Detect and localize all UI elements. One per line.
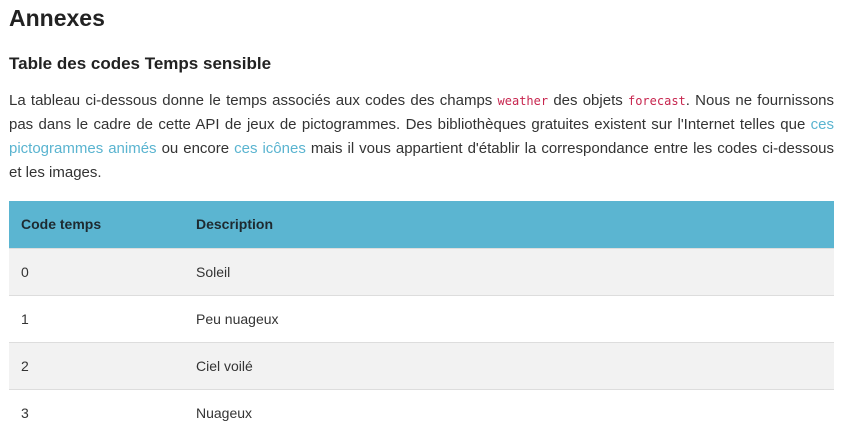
cell-code: 2 (21, 357, 29, 374)
cell-description: Nuageux (196, 404, 253, 421)
intro-text-1: La tableau ci-dessous donne le temps ass… (9, 92, 498, 109)
header-description: Description (196, 216, 274, 233)
section-title: Table des codes Temps sensible (9, 54, 272, 73)
cell-code: 0 (21, 263, 29, 280)
table-row: 2 Ciel voilé (9, 342, 834, 389)
table-row: 1 Peu nuageux (9, 295, 834, 342)
intro-text-4: ou encore (156, 140, 235, 157)
cell-code: 1 (21, 310, 29, 327)
cell-description: Soleil (196, 263, 231, 280)
page-title: Annexes (9, 5, 105, 31)
table-row: 0 Soleil (9, 248, 834, 295)
header-code: Code temps (21, 216, 102, 233)
cell-description: Peu nuageux (196, 310, 279, 327)
weather-codes-table: Code temps Description 0 Soleil 1 Peu nu… (9, 201, 834, 436)
table-row: 3 Nuageux (9, 389, 834, 436)
intro-paragraph: La tableau ci-dessous donne le temps ass… (9, 89, 834, 185)
cell-code: 3 (21, 404, 29, 421)
cell-description: Ciel voilé (196, 357, 253, 374)
intro-text-2: des objets (548, 92, 628, 109)
code-forecast: forecast (627, 94, 686, 108)
table-header-row: Code temps Description (9, 201, 834, 248)
link-icons[interactable]: ces icônes (234, 140, 306, 157)
code-weather: weather (497, 94, 549, 108)
